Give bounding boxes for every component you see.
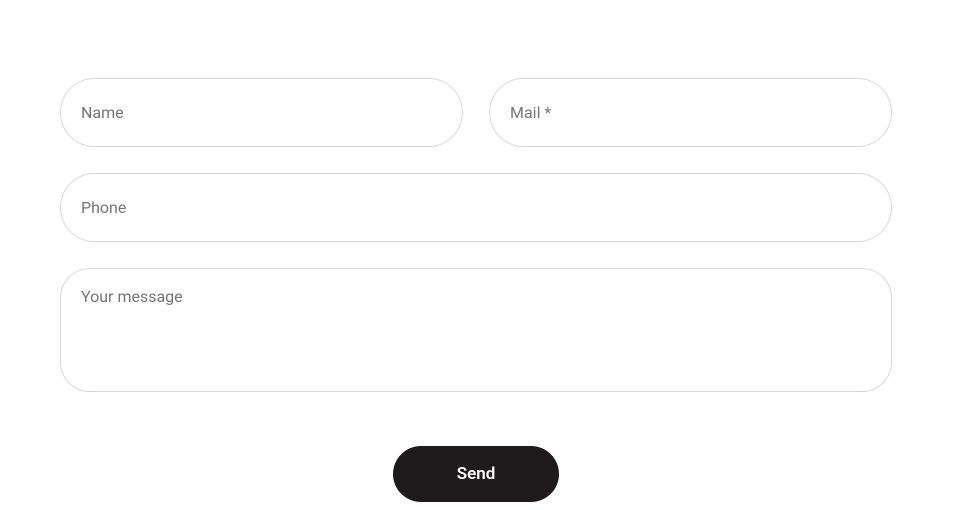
mail-input[interactable] <box>489 78 892 147</box>
form-row-1 <box>60 78 892 147</box>
submit-wrapper: Send <box>60 446 892 502</box>
contact-form: Send <box>60 78 892 502</box>
phone-field-wrapper <box>60 173 892 242</box>
send-button[interactable]: Send <box>393 446 560 502</box>
name-input[interactable] <box>60 78 463 147</box>
message-field-wrapper <box>60 268 892 396</box>
message-textarea[interactable] <box>60 268 892 392</box>
mail-field-wrapper <box>489 78 892 147</box>
name-field-wrapper <box>60 78 463 147</box>
phone-input[interactable] <box>60 173 892 242</box>
